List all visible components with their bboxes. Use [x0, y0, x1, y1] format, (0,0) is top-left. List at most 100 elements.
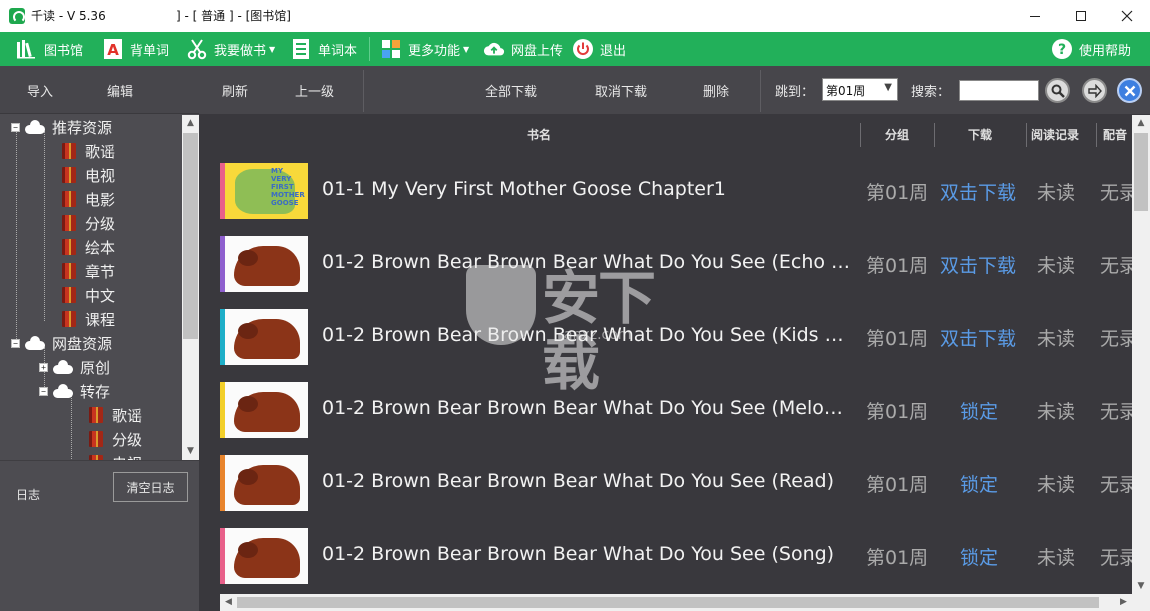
tree-scroll-thumb[interactable]: [183, 133, 198, 339]
table-row[interactable]: 01-2 Brown Bear Brown Bear What Do You S…: [199, 374, 1132, 447]
read-status: 未读: [1037, 547, 1076, 569]
toolbar-make-book[interactable]: 我要做书 ▼: [186, 32, 275, 66]
tree-node-songs[interactable]: 歌谣: [62, 139, 115, 163]
tree-node-chinese[interactable]: 中文: [62, 283, 115, 307]
tree-node-transfer-songs[interactable]: 歌谣: [89, 403, 142, 427]
tree-node-transfer-tv[interactable]: 电视: [89, 451, 142, 460]
table-row[interactable]: 01-2 Brown Bear Brown Bear What Do You S…: [199, 447, 1132, 520]
column-download[interactable]: 下载: [968, 126, 992, 143]
table-row[interactable]: 01-2 Brown Bear Brown Bear What Do You S…: [199, 301, 1132, 374]
column-divider[interactable]: [1026, 123, 1027, 147]
collapse-icon[interactable]: −: [11, 338, 20, 348]
book-group: 第01周: [866, 255, 929, 277]
cloud-icon: [52, 384, 74, 398]
maximize-button[interactable]: [1058, 0, 1104, 32]
book-icon: [89, 407, 103, 423]
tree-node-movies[interactable]: 电影: [62, 187, 115, 211]
column-audio[interactable]: 配音: [1103, 126, 1127, 143]
tree-node-picture-books[interactable]: 绘本: [62, 235, 115, 259]
column-divider[interactable]: [1096, 123, 1097, 147]
horizontal-scroll-thumb[interactable]: [237, 597, 1099, 608]
clear-search-button[interactable]: [1117, 78, 1142, 103]
tree-node-transfer-graded[interactable]: 分级: [89, 427, 142, 451]
audio-status: 无录: [1100, 474, 1132, 496]
toolbar-wordbook[interactable]: 单词本: [290, 32, 357, 66]
book-title: 01-2 Brown Bear Brown Bear What Do You S…: [322, 397, 852, 419]
table-row[interactable]: 01-2 Brown Bear Brown Bear What Do You S…: [199, 228, 1132, 301]
expand-icon[interactable]: +: [39, 362, 48, 372]
delete-button[interactable]: 删除: [703, 81, 729, 100]
column-record[interactable]: 阅读记录: [1031, 126, 1079, 143]
search-input[interactable]: [959, 80, 1039, 101]
grid-icon: [380, 38, 402, 60]
tree-node-chapters[interactable]: 章节: [62, 259, 115, 283]
cancel-download-button[interactable]: 取消下载: [595, 81, 647, 100]
book-title: 01-2 Brown Bear Brown Bear What Do You S…: [322, 470, 835, 492]
refresh-button[interactable]: 刷新: [222, 81, 248, 100]
scroll-up-icon[interactable]: ▲: [182, 115, 199, 132]
lock-status[interactable]: 锁定: [960, 470, 998, 497]
sidebar: 导入 编辑 − 推荐资源 歌谣 电视 电影 分级 绘本 章节 中文 课程 − 网…: [0, 66, 199, 611]
tree-node-cloud[interactable]: − 网盘资源: [11, 331, 112, 355]
minimize-icon: [1030, 15, 1040, 17]
toolbar-cloud-upload[interactable]: 网盘上传: [483, 32, 563, 66]
week-select[interactable]: 第01周 ▼: [822, 78, 898, 101]
download-action[interactable]: 双击下载: [940, 324, 1016, 351]
tree-scrollbar[interactable]: ▲ ▼: [182, 115, 199, 460]
column-divider[interactable]: [934, 123, 935, 147]
download-action[interactable]: 双击下载: [940, 178, 1016, 205]
toolbar-exit[interactable]: 退出: [572, 32, 626, 66]
collapse-icon[interactable]: −: [39, 386, 48, 396]
search-icon: [1051, 84, 1065, 98]
minimize-button[interactable]: [1012, 0, 1058, 32]
table-row[interactable]: MY VERY FIRST MOTHER GOOSE 01-1 My Very …: [199, 155, 1132, 228]
library-icon: [16, 38, 38, 60]
column-group[interactable]: 分组: [885, 126, 909, 143]
clear-log-button[interactable]: 清空日志: [113, 472, 188, 502]
download-action[interactable]: 双击下载: [940, 251, 1016, 278]
scroll-up-icon[interactable]: ▲: [1132, 115, 1150, 132]
toolbar-vocab[interactable]: A 背单词: [102, 32, 169, 66]
search-label: 搜索：: [911, 85, 951, 100]
tree-node-label: 推荐资源: [52, 118, 113, 137]
toolbar-library[interactable]: 图书馆: [16, 32, 83, 66]
toolbar-more[interactable]: 更多功能 ▼: [380, 32, 469, 66]
book-cover: [225, 455, 308, 511]
chevron-down-icon: ▼: [463, 44, 470, 54]
column-divider[interactable]: [860, 123, 861, 147]
column-name[interactable]: 书名: [527, 126, 551, 143]
book-list: MY VERY FIRST MOTHER GOOSE 01-1 My Very …: [199, 155, 1132, 596]
scroll-right-icon[interactable]: ▶: [1115, 594, 1132, 611]
list-scrollbar[interactable]: ▲ ▼: [1132, 115, 1150, 596]
collapse-icon[interactable]: −: [11, 122, 20, 132]
lock-status[interactable]: 锁定: [960, 397, 998, 424]
edit-button[interactable]: 编辑: [107, 81, 133, 100]
toolbar-divider: [363, 70, 364, 112]
tree-node-tv[interactable]: 电视: [62, 163, 115, 187]
tree-node-original[interactable]: + 原创: [39, 355, 110, 379]
window-title: 千读 - V 5.36: [31, 9, 106, 23]
help-button[interactable]: ? 使用帮助: [1051, 32, 1131, 66]
tree-node-recommended[interactable]: − 推荐资源: [11, 115, 112, 139]
book-group: 第01周: [866, 182, 929, 204]
scroll-left-icon[interactable]: ◀: [220, 594, 237, 611]
list-scroll-thumb[interactable]: [1134, 133, 1148, 211]
scroll-down-icon[interactable]: ▼: [1132, 578, 1150, 595]
import-button[interactable]: 导入: [27, 81, 53, 100]
search-next-button[interactable]: [1082, 78, 1107, 103]
tree-node-label: 绘本: [85, 238, 116, 257]
horizontal-scrollbar[interactable]: ◀ ▶: [220, 594, 1132, 611]
tree-node-graded[interactable]: 分级: [62, 211, 115, 235]
column-header: 书名 分组 下载 阅读记录 配音: [199, 115, 1150, 155]
up-level-button[interactable]: 上一级: [295, 81, 334, 100]
search-button[interactable]: [1045, 78, 1070, 103]
close-window-button[interactable]: [1104, 0, 1150, 32]
tree-node-transfer[interactable]: − 转存: [39, 379, 110, 403]
table-row[interactable]: 01-2 Brown Bear Brown Bear What Do You S…: [199, 520, 1132, 593]
download-all-button[interactable]: 全部下载: [485, 81, 537, 100]
scroll-down-icon[interactable]: ▼: [182, 443, 199, 460]
tree-node-courses[interactable]: 课程: [62, 307, 115, 331]
resource-tree: − 推荐资源 歌谣 电视 电影 分级 绘本 章节 中文 课程 − 网盘资源 + …: [0, 115, 199, 460]
lock-status[interactable]: 锁定: [960, 543, 998, 570]
power-icon: [572, 38, 594, 60]
